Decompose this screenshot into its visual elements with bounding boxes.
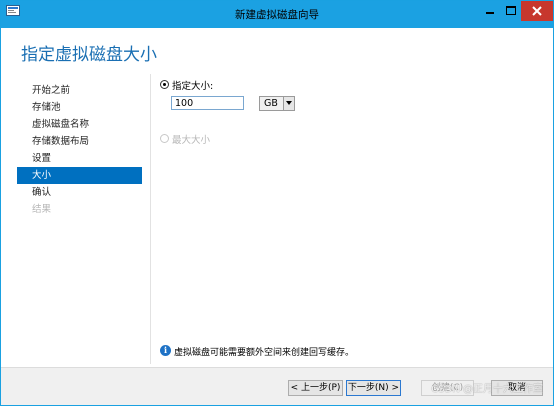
- page-title: 指定虚拟磁盘大小: [21, 45, 157, 65]
- maximize-icon: [506, 6, 516, 15]
- nav-item-storage-pool[interactable]: 存储池: [17, 99, 142, 116]
- maximize-button[interactable]: [501, 1, 521, 21]
- wizard-steps-nav: 开始之前 存储池 虚拟磁盘名称 存储数据布局 设置 大小 确认 结果: [1, 72, 151, 367]
- title-bar[interactable]: 新建虚拟磁盘向导: [1, 1, 553, 28]
- close-icon: [532, 6, 542, 16]
- max-size-radio: [160, 134, 169, 143]
- previous-button[interactable]: < 上一步(P): [288, 380, 343, 396]
- close-button[interactable]: [521, 1, 553, 21]
- nav-item-confirmation[interactable]: 确认: [17, 184, 142, 201]
- minimize-icon: [486, 12, 494, 14]
- size-input[interactable]: [171, 96, 244, 110]
- nav-item-settings[interactable]: 设置: [17, 150, 142, 167]
- max-size-label: 最大大小: [172, 135, 211, 146]
- nav-item-storage-layout[interactable]: 存储数据布局: [17, 133, 142, 150]
- watermark: CSDN @正月十六工作室: [431, 384, 543, 395]
- wizard-window: 新建虚拟磁盘向导 指定虚拟磁盘大小 开始之前 存储池 虚拟磁盘名称 存储数据布局…: [0, 0, 554, 406]
- unit-value: GB: [264, 98, 278, 109]
- nav-item-disk-name[interactable]: 虚拟磁盘名称: [17, 116, 142, 133]
- next-button[interactable]: 下一步(N) >: [346, 380, 401, 396]
- nav-item-size[interactable]: 大小: [17, 167, 142, 184]
- size-panel: 指定大小: GB 最大大小 i 虚拟磁盘可能需要额外空间来创建回写缓存。: [151, 72, 553, 367]
- chevron-down-icon[interactable]: [283, 97, 294, 110]
- page-header: 指定虚拟磁盘大小: [1, 28, 553, 72]
- info-text: 虚拟磁盘可能需要额外空间来创建回写缓存。: [174, 348, 355, 358]
- nav-item-before-you-begin[interactable]: 开始之前: [17, 82, 142, 99]
- unit-dropdown[interactable]: GB: [259, 96, 295, 111]
- window-title: 新建虚拟磁盘向导: [235, 9, 319, 21]
- info-icon: i: [160, 345, 171, 356]
- specify-size-radio[interactable]: [160, 80, 169, 89]
- nav-item-results: 结果: [32, 204, 52, 215]
- specify-size-label[interactable]: 指定大小:: [172, 78, 213, 92]
- minimize-button[interactable]: [480, 1, 500, 21]
